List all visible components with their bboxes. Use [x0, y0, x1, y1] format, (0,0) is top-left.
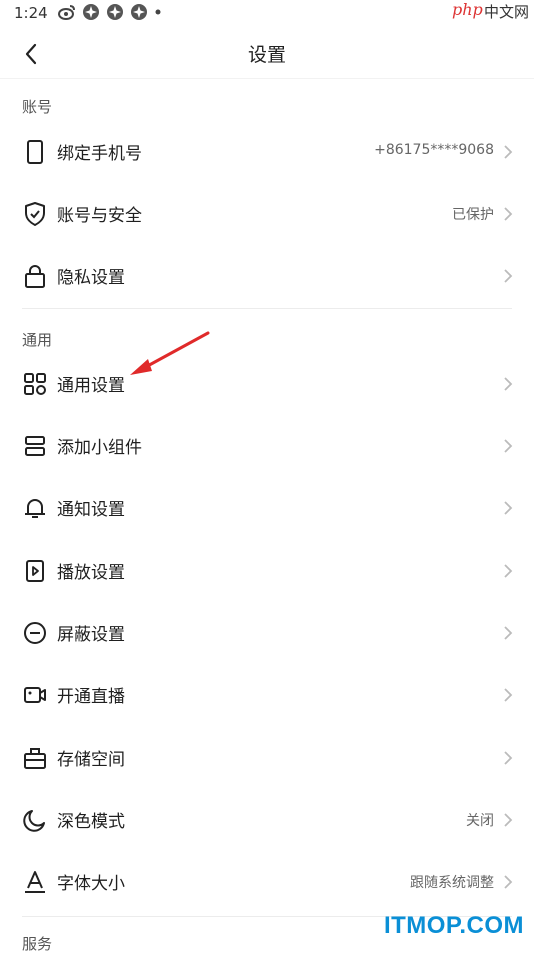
app-icon [83, 4, 99, 20]
chevron-right-icon [504, 269, 513, 283]
chevron-right-icon [504, 626, 513, 640]
row-bind-phone[interactable]: 绑定手机号 +86175****9068 [0, 121, 534, 183]
row-notification-settings[interactable]: 通知设置 [0, 477, 534, 539]
row-label: 隐私设置 [57, 268, 125, 288]
row-label: 添加小组件 [57, 438, 142, 458]
row-account-security[interactable]: 账号与安全 已保护 [0, 183, 534, 245]
phone-icon [22, 139, 48, 165]
storage-icon [22, 745, 48, 771]
chevron-right-icon [504, 439, 513, 453]
annotation-arrow-icon [130, 331, 210, 375]
row-label: 深色模式 [57, 812, 125, 832]
font-icon [22, 869, 48, 895]
row-privacy[interactable]: 隐私设置 [0, 245, 534, 307]
row-open-live[interactable]: 开通直播 [0, 664, 534, 726]
watermark-php: php [452, 0, 483, 19]
chevron-right-icon [504, 751, 513, 765]
divider [22, 308, 512, 309]
row-label: 绑定手机号 [57, 144, 142, 164]
row-general-settings[interactable]: 通用设置 [0, 353, 534, 415]
watermark-itmop: ITMOP.COM [383, 912, 524, 939]
row-label: 通用设置 [57, 376, 125, 396]
chevron-right-icon [504, 564, 513, 578]
chevron-right-icon [504, 207, 513, 221]
chevron-right-icon [504, 377, 513, 391]
row-value: 已保护 [452, 207, 494, 223]
row-value: 跟随系统调整 [410, 875, 494, 891]
watermark-cn: 中文网 [484, 3, 530, 21]
nav-bar: 设置 [0, 28, 534, 79]
lock-icon [22, 263, 48, 289]
row-label: 字体大小 [57, 874, 125, 894]
moon-icon [22, 807, 48, 833]
play-icon [22, 558, 48, 584]
row-label: 开通直播 [57, 687, 125, 707]
section-label-general: 通用 [22, 331, 53, 349]
grid-icon [22, 371, 48, 397]
row-label: 屏蔽设置 [57, 625, 125, 645]
row-block-settings[interactable]: 屏蔽设置 [0, 602, 534, 664]
weibo-icon [58, 5, 75, 20]
row-storage[interactable]: 存储空间 [0, 727, 534, 789]
row-value: 关闭 [466, 813, 494, 829]
app-icon [107, 4, 123, 20]
row-font-size[interactable]: 字体大小 跟随系统调整 [0, 851, 534, 913]
chevron-right-icon [504, 813, 513, 827]
chevron-right-icon [504, 145, 513, 159]
section-label-service: 服务 [22, 935, 53, 953]
row-label: 存储空间 [57, 750, 125, 770]
chevron-right-icon [504, 875, 513, 889]
shield-icon [22, 201, 48, 227]
chevron-right-icon [504, 688, 513, 702]
row-value: +86175****9068 [374, 142, 494, 158]
status-bar: 1:24 php 中文网 [0, 0, 534, 28]
row-dark-mode[interactable]: 深色模式 关闭 [0, 789, 534, 851]
row-label: 通知设置 [57, 500, 125, 520]
row-add-widget[interactable]: 添加小组件 [0, 415, 534, 477]
bell-icon [22, 495, 48, 521]
chevron-right-icon [504, 501, 513, 515]
block-icon [22, 620, 48, 646]
row-playback-settings[interactable]: 播放设置 [0, 540, 534, 602]
app-icon [131, 4, 147, 20]
section-label-account: 账号 [22, 98, 53, 116]
dot-icon [155, 9, 161, 15]
live-icon [22, 682, 48, 708]
row-label: 账号与安全 [57, 206, 142, 226]
row-label: 播放设置 [57, 563, 125, 583]
widget-icon [22, 433, 48, 459]
status-icons [58, 3, 162, 21]
status-time: 1:24 [14, 4, 48, 22]
page-title: 设置 [247, 44, 286, 66]
